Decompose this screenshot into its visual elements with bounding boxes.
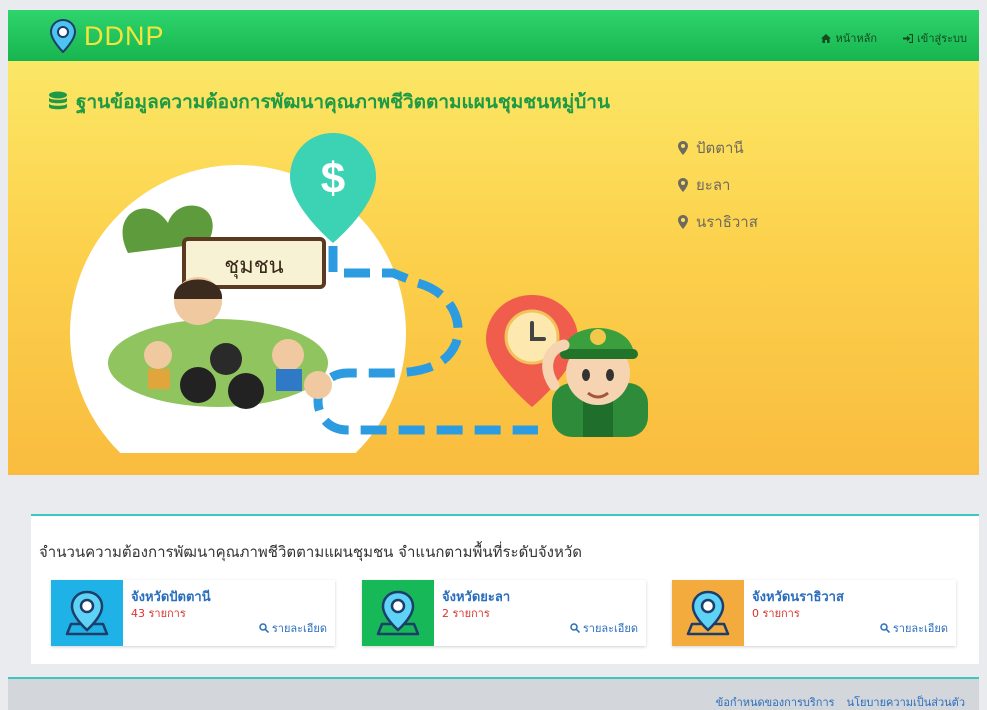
card-item-count: 43 รายการ — [131, 607, 186, 620]
privacy-policy-link[interactable]: นโยบายความเป็นส่วนตัว — [847, 693, 965, 710]
card-icon-box — [362, 580, 434, 646]
nav-home-label: หน้าหลัก — [835, 32, 878, 45]
nav-links: หน้าหลัก เข้าสู่ระบบ — [821, 29, 967, 47]
nav-home-link[interactable]: หน้าหลัก — [821, 29, 877, 47]
province-item-label: ยะลา — [696, 175, 731, 194]
community-planning-illustration: $ ชุมชน — [70, 133, 648, 453]
search-icon — [570, 623, 580, 633]
details-link[interactable]: รายละเอียด — [570, 619, 638, 637]
province-card-narathiwat: จังหวัดนราธิวาส 0 รายการ รายละเอียด — [672, 580, 956, 646]
card-icon-box — [51, 580, 123, 646]
province-card-yala: จังหวัดยะลา 2 รายการ รายละเอียด — [362, 580, 646, 646]
map-marker-icon — [678, 177, 688, 192]
province-summary-panel: จำนวนความต้องการพัฒนาคุณภาพชีวิตตามแผนชุ… — [31, 514, 979, 664]
details-link[interactable]: รายละเอียด — [259, 619, 327, 637]
hero-title-text: ฐานข้อมูลความต้องการพัฒนาคุณภาพชีวิตตามแ… — [76, 91, 610, 113]
province-item-pattani[interactable]: ปัตตานี — [678, 129, 758, 166]
map-marker-icon — [678, 140, 688, 155]
hero-title: ฐานข้อมูลความต้องการพัฒนาคุณภาพชีวิตตามแ… — [48, 87, 610, 117]
location-pin-icon — [65, 590, 109, 636]
soldier-character — [542, 328, 648, 437]
province-item-label: ปัตตานี — [696, 138, 744, 157]
map-marker-icon — [678, 214, 688, 229]
province-item-narathiwat[interactable]: นราธิวาส — [678, 203, 758, 240]
details-link-label: รายละเอียด — [271, 622, 327, 635]
card-icon-box — [672, 580, 744, 646]
province-list: ปัตตานี ยะลา นราธิวาส — [678, 129, 758, 240]
province-card-pattani: จังหวัดปัตตานี 43 รายการ รายละเอียด — [51, 580, 335, 646]
card-item-count: 0 รายการ — [752, 607, 800, 620]
brand-logo[interactable]: DDNP — [50, 19, 165, 53]
search-icon — [880, 623, 890, 633]
sign-in-icon — [903, 33, 914, 43]
brand-name: DDNP — [84, 20, 165, 51]
hero-banner: ฐานข้อมูลความต้องการพัฒนาคุณภาพชีวิตตามแ… — [8, 61, 979, 475]
details-link-label: รายละเอียด — [892, 622, 948, 635]
province-item-yala[interactable]: ยะลา — [678, 166, 758, 203]
terms-of-service-link[interactable]: ข้อกำหนดของการบริการ — [716, 693, 835, 710]
location-pin-icon — [376, 590, 420, 636]
home-icon — [821, 33, 832, 43]
card-item-count: 2 รายการ — [442, 607, 490, 620]
community-sign-label: ชุมชน — [224, 254, 283, 279]
footer-links: ข้อกำหนดของการบริการ นโยบายความเป็นส่วนต… — [716, 693, 965, 710]
location-pin-icon — [686, 590, 730, 636]
footer: ข้อกำหนดของการบริการ นโยบายความเป็นส่วนต… — [8, 677, 979, 710]
details-link-label: รายละเอียด — [582, 622, 638, 635]
database-icon — [49, 91, 67, 110]
search-icon — [259, 623, 269, 633]
nav-login-link[interactable]: เข้าสู่ระบบ — [903, 29, 967, 47]
province-item-label: นราธิวาส — [696, 212, 758, 231]
nav-login-label: เข้าสู่ระบบ — [917, 32, 967, 45]
navbar: DDNP หน้าหลัก เข้าสู่ระบบ — [8, 10, 979, 61]
details-link[interactable]: รายละเอียด — [880, 619, 948, 637]
summary-title: จำนวนความต้องการพัฒนาคุณภาพชีวิตตามแผนชุ… — [39, 543, 583, 561]
map-pin-icon — [50, 19, 76, 53]
svg-text:$: $ — [321, 154, 345, 203]
